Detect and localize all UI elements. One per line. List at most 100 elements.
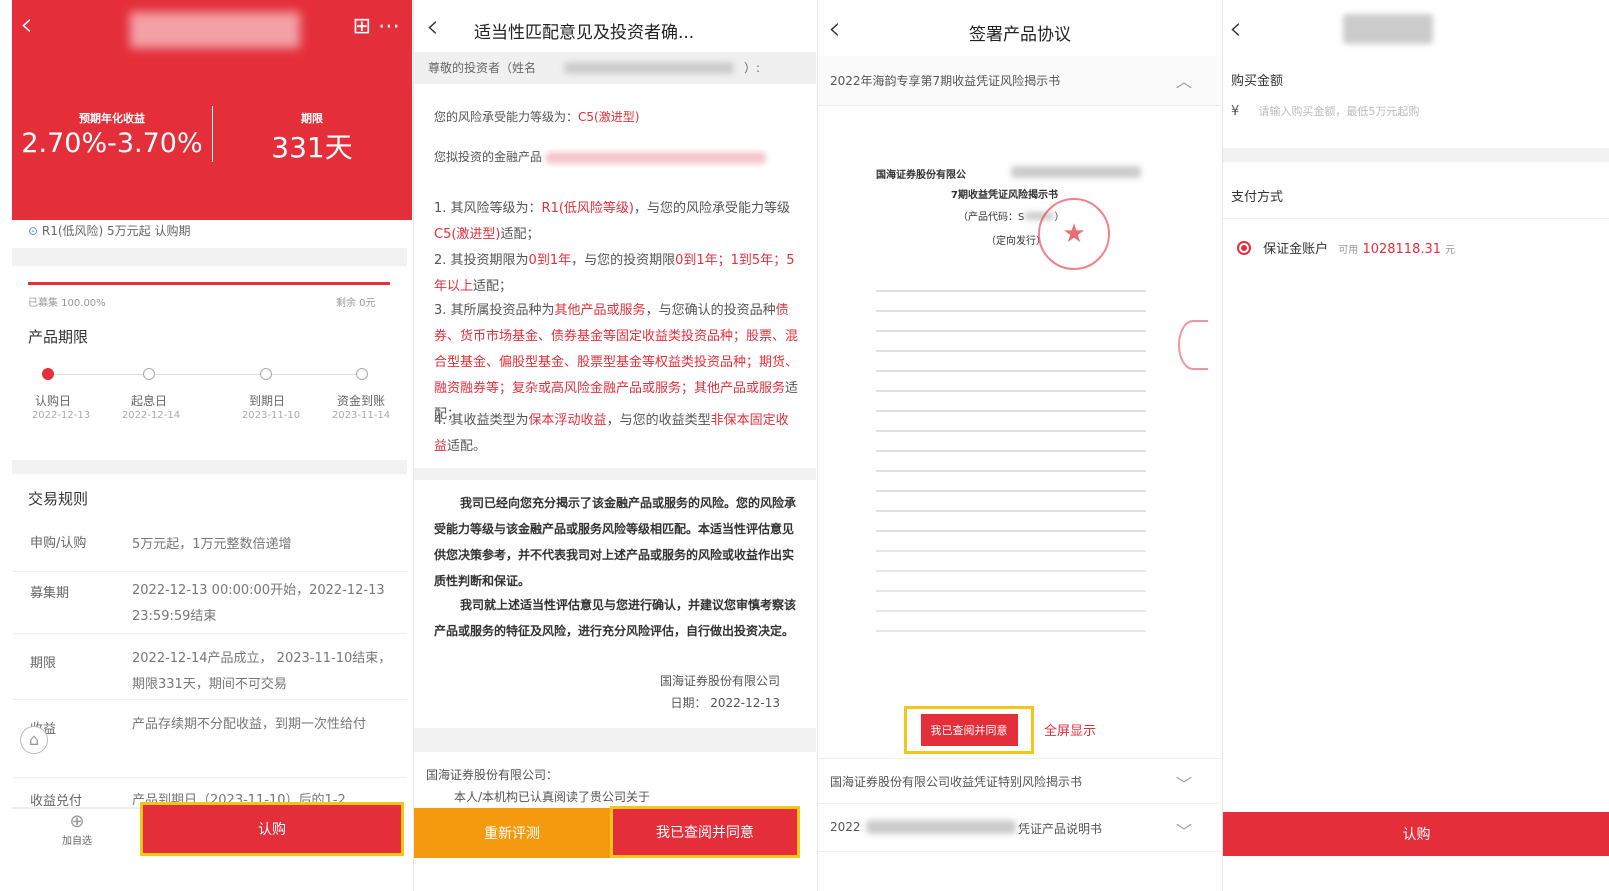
period-value: 331天 — [271, 131, 353, 164]
item2-e: 适配； — [473, 279, 513, 294]
product-line: 您拟投资的金融产品 — [434, 144, 800, 170]
radio-selected-icon[interactable] — [1237, 241, 1251, 255]
timeline-label: 资金到账 — [336, 394, 385, 408]
product-name-redacted — [545, 151, 766, 164]
available-label: 可用 — [1338, 245, 1359, 256]
item2-b: 0到1年 — [528, 253, 572, 268]
rule-value: 2022-12-13 00:00:00开始，2022-12-13 23:59:5… — [132, 583, 385, 624]
page-title: 适当性匹配意见及投资者确... — [474, 23, 695, 43]
agree-button-frame[interactable]: 我已查阅并同意 — [904, 706, 1034, 754]
add-watch-label: 加自选 — [62, 836, 92, 847]
rule-key: 收益兑付 — [30, 794, 83, 808]
item-4: 4. 其收益类型为保本浮动收益，与您的收益类型非保本固定收益适配。 — [434, 408, 800, 460]
divider — [414, 468, 816, 480]
confirmation-paragraph: 我司就上述适当性评估意见与您进行确认，并建议您审慎考察该产品或服务的特征及风险，… — [434, 598, 797, 638]
rule-key: 期限 — [30, 656, 57, 671]
greeting-end: ）: — [744, 61, 761, 75]
home-icon[interactable]: ⌂ — [20, 726, 48, 754]
chevron-up-icon: ︿ — [1175, 72, 1192, 91]
timeline-dot-active — [42, 368, 54, 380]
item4-b: 保本浮动收益 — [528, 413, 607, 428]
statement-text: 本人/本机构已认真阅读了贵公司关于 — [454, 790, 651, 804]
back-icon[interactable]: ‹ — [1229, 12, 1242, 44]
currency-symbol: ¥ — [1231, 104, 1240, 119]
back-icon[interactable]: ‹ — [20, 8, 33, 40]
term-title: 产品期限 — [28, 328, 89, 346]
greeting-text: 尊敬的投资者（姓名 — [428, 61, 537, 75]
product-prefix: 您拟投资的金融产品 — [434, 150, 543, 164]
remaining-text: 剩余 0元 — [336, 298, 376, 309]
fullscreen-link[interactable]: 全屏显示 — [1044, 720, 1096, 739]
doc-header-2[interactable]: 国海证券股份有限公司收益凭证特别风险揭示书 ﹀ — [818, 758, 1221, 804]
name-redacted — [564, 62, 734, 74]
timeline-dot — [260, 368, 272, 380]
item4-c: ，与您的收益类型 — [606, 413, 711, 428]
timeline-label: 到期日 — [248, 394, 285, 408]
item4-e: 适配。 — [447, 439, 487, 454]
doc-title: 国海证券股份有限公司收益凭证特别风险揭示书 — [830, 775, 1083, 789]
title-redacted — [1343, 14, 1433, 44]
to-company: 国海证券股份有限公司： — [426, 768, 559, 782]
pay-label: 支付方式 — [1231, 190, 1284, 205]
divider — [1223, 148, 1609, 162]
timeline-line — [48, 374, 362, 375]
rules-title: 交易规则 — [28, 490, 89, 508]
rule-value: 2022-12-14产品成立， 2023-11-10结束，期限331天，期间不可… — [132, 651, 392, 692]
doc-title-start: 2022 — [830, 820, 861, 834]
company-signature: 国海证券股份有限公司 — [659, 674, 780, 688]
divider — [12, 248, 407, 266]
doc-title-redacted — [866, 820, 1016, 834]
company-seal: ★ — [1038, 198, 1110, 270]
doc-body-lines — [876, 280, 1146, 540]
divider-line — [1223, 218, 1609, 219]
rule-row: 收益 产品存续期不分配收益，到期一次性给付 — [12, 700, 407, 778]
period-label: 期限 — [301, 112, 323, 125]
rule-row: 期限 2022-12-14产品成立， 2023-11-10结束，期限331天，期… — [12, 634, 407, 700]
product-title-redacted — [130, 12, 300, 48]
rule-value: 产品存续期不分配收益，到期一次性给付 — [132, 717, 367, 732]
timeline-dot — [356, 368, 368, 380]
risk-level-value: C5(激进型) — [578, 110, 640, 124]
greeting-bar: 尊敬的投资者（姓名 ）: — [414, 52, 816, 84]
purchase-screen: ‹ 购买金额 ¥ 请输入购买金额，最低5万元起购 支付方式 保证金账户 可用 1… — [1222, 0, 1609, 891]
doc-title: 2022年海韵专享第7期收益凭证风险揭示书 — [830, 74, 1061, 88]
reassess-button[interactable]: 重新评测 — [414, 808, 610, 858]
agree-button[interactable]: 我已查阅并同意 — [610, 806, 800, 858]
timeline-dot — [143, 368, 155, 380]
progress-bar — [28, 282, 390, 285]
item2-c: ，与您的投资期限 — [571, 253, 676, 268]
sign-agreement-screen: ‹ 签署产品协议 2022年海韵专享第7期收益凭证风险揭示书 ︿ 国海证券股份有… — [817, 0, 1221, 891]
info-icon: ⊙ — [28, 224, 39, 238]
timeline-date: 2022-12-13 — [31, 410, 91, 421]
item1-b: R1(低风险等级) — [541, 201, 634, 216]
doc-header-1[interactable]: 2022年海韵专享第7期收益凭证风险揭示书 ︿ — [818, 56, 1221, 106]
subscribe-button[interactable]: 认购 — [1223, 812, 1609, 856]
timeline-date: 2022-12-14 — [121, 410, 181, 421]
add-watchlist-button[interactable]: ⊕ 加自选 — [12, 808, 142, 858]
doc-header-3[interactable]: 2022 凭证产品说明书 ﹀ — [818, 806, 1221, 852]
seal-edge — [1178, 320, 1208, 370]
risk-tag-text: R1(低风险) 5万元起 认购期 — [41, 224, 191, 238]
document-preview[interactable]: 国海证券股份有限公 7期收益凭证风险揭示书 （产品代码：S） （定向发行） ★ — [866, 140, 1166, 700]
item1-e: 适配； — [500, 227, 540, 242]
divider — [414, 728, 816, 752]
account-option[interactable]: 保证金账户 可用 1028118.31 元 — [1237, 238, 1455, 257]
doc-heading-2: 7期收益凭证风险揭示书 — [951, 190, 1058, 201]
more-icon[interactable]: ⊞ ⋯ — [353, 14, 400, 39]
item3-a: 3. 其所属投资品种为 — [434, 303, 555, 318]
yield-label: 预期年化收益 — [79, 112, 145, 125]
back-icon[interactable]: ‹ — [426, 10, 439, 42]
agree-button[interactable]: 我已查阅并同意 — [920, 714, 1018, 746]
risk-tag: ⊙ R1(低风险) 5万元起 认购期 — [28, 222, 191, 239]
amount-input[interactable]: ¥ 请输入购买金额，最低5万元起购 — [1231, 100, 1601, 130]
available-value: 1028118.31 — [1362, 242, 1442, 257]
sign-date: 日期： 2022-12-13 — [670, 696, 780, 710]
subscribe-button[interactable]: 认购 — [140, 802, 404, 856]
chevron-down-icon: ﹀ — [1175, 775, 1192, 794]
item2-a: 2. 其投资期限为 — [434, 253, 529, 268]
suitability-screen: ‹ 适当性匹配意见及投资者确... 尊敬的投资者（姓名 ）: 您的风险承受能力等… — [413, 0, 816, 891]
product-detail-screen: ‹ ⊞ ⋯ 预期年化收益 2.70%-3.70% 期限 331天 ⊙ R1(低风… — [0, 0, 412, 891]
rule-key: 募集期 — [30, 586, 70, 601]
doc-code-text: （产品代码：S — [958, 212, 1025, 223]
doc-heading-redacted — [1011, 166, 1141, 178]
